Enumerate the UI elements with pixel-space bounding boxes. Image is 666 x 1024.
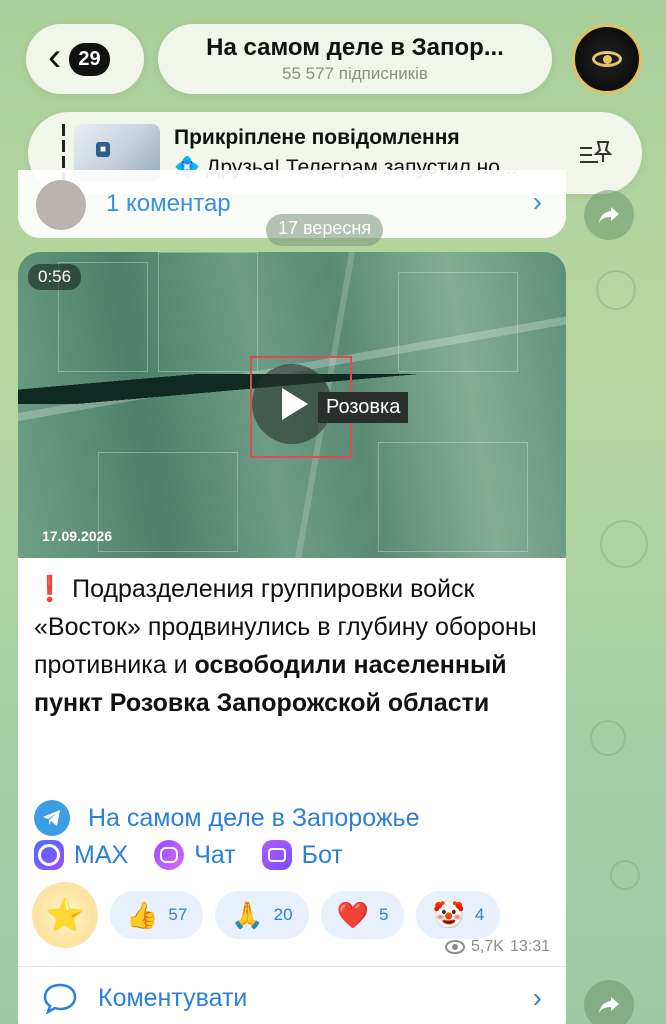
map-field	[158, 252, 258, 372]
thumbs-up-icon: 👍	[126, 900, 159, 930]
post-text: ❗ Подразделения группировки войск «Восто…	[34, 575, 537, 717]
comment-bubble-icon	[43, 983, 77, 1014]
channel-link-row[interactable]: На самом деле в Запорожье	[34, 800, 419, 836]
map-field	[398, 272, 518, 372]
channel-title: На самом деле в Запор...	[206, 34, 504, 61]
chevron-left-icon: ‹	[48, 35, 62, 79]
back-button[interactable]: ‹ 29	[26, 24, 144, 94]
subscriber-count: 55 577 підписників	[282, 64, 428, 83]
wallpaper-doodle	[600, 520, 648, 568]
heart-icon: ❤️	[336, 900, 369, 930]
pinned-title: Прикріплене повідомлення	[174, 126, 460, 149]
reaction-count: 20	[273, 905, 293, 924]
channel-link[interactable]: На самом деле в Запорожье	[88, 804, 419, 833]
reaction-pray[interactable]: 🙏 20	[215, 891, 309, 939]
chevron-right-icon: ›	[532, 186, 542, 217]
unread-count-badge: 29	[69, 42, 110, 76]
bot-icon	[261, 840, 292, 870]
exclamation-icon: ❗	[34, 575, 66, 603]
pray-icon: 🙏	[231, 900, 264, 930]
map-field	[98, 452, 238, 552]
channel-avatar[interactable]	[572, 24, 642, 94]
comments-link[interactable]: 1 коментар	[106, 190, 231, 218]
clown-icon: 🤡	[432, 900, 465, 930]
wallpaper-doodle	[596, 270, 636, 310]
share-arrow-icon	[599, 997, 619, 1013]
reactions-row: ⭐ 👍 57 🙏 20 ❤️ 5 🤡 4	[32, 882, 501, 948]
bot-link[interactable]: Бот	[261, 840, 343, 870]
video-player[interactable]: 0:56 Розовка 17.09.2026	[18, 252, 566, 558]
channel-header[interactable]: На самом деле в Запор... 55 577 підписни…	[158, 24, 552, 94]
reaction-count: 5	[378, 905, 389, 924]
map-field	[378, 442, 528, 552]
video-date-stamp: 17.09.2026	[42, 528, 113, 544]
share-button[interactable]	[584, 190, 634, 240]
star-icon: ⭐	[45, 897, 85, 933]
view-count: 5,7K	[471, 938, 504, 955]
post-meta: 5,7K 13:31	[445, 938, 550, 956]
max-link[interactable]: MAX	[34, 840, 128, 870]
divider	[18, 966, 566, 967]
reaction-thumbs-up[interactable]: 👍 57	[110, 891, 204, 939]
eye-logo-icon	[592, 51, 622, 67]
eye-icon	[445, 940, 466, 954]
wallpaper-doodle	[610, 860, 640, 890]
telegram-icon	[34, 800, 70, 836]
post-bubble: 0:56 Розовка 17.09.2026 ❗ Подразделения …	[18, 252, 566, 1024]
reaction-star[interactable]: ⭐	[32, 882, 98, 948]
service-links-row: MAX Чат Бот	[34, 840, 369, 870]
reaction-count: 4	[474, 905, 485, 924]
reaction-count: 57	[168, 905, 188, 924]
pin-list-icon[interactable]	[578, 138, 612, 168]
share-arrow-icon	[599, 207, 619, 223]
chevron-right-icon: ›	[532, 982, 542, 1013]
share-button[interactable]	[584, 980, 634, 1024]
comment-button[interactable]: Коментувати ›	[42, 970, 542, 1024]
date-separator: 17 вересня	[266, 214, 384, 246]
chat-link[interactable]: Чат	[154, 840, 236, 870]
wallpaper-doodle	[590, 720, 626, 756]
reaction-heart[interactable]: ❤️ 5	[320, 891, 405, 939]
max-icon	[34, 840, 64, 870]
chat-icon	[154, 840, 185, 870]
thumbnail-logo: ■	[96, 142, 111, 157]
video-duration: 0:56	[28, 264, 82, 290]
place-label: Розовка	[318, 392, 409, 423]
comment-label: Коментувати	[98, 983, 248, 1012]
commenter-avatar	[36, 180, 86, 230]
reaction-clown[interactable]: 🤡 4	[416, 891, 501, 939]
post-time: 13:31	[509, 938, 550, 955]
